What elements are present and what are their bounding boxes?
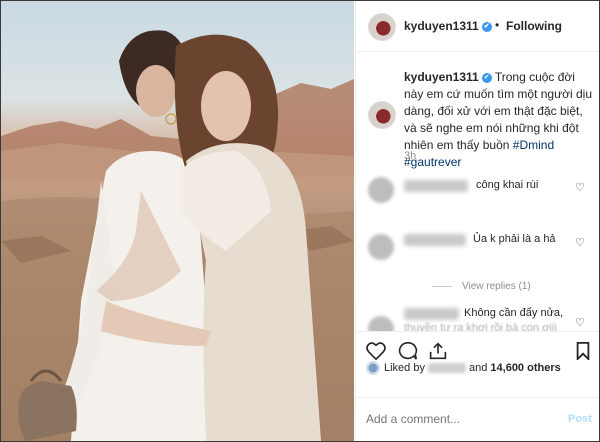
like-heart-icon[interactable]: [366, 342, 386, 360]
author-username-text[interactable]: kyduyen1311: [404, 19, 479, 33]
add-comment-input[interactable]: [366, 412, 546, 426]
comment-avatar[interactable]: [368, 234, 394, 260]
likes-prefix: Liked by: [384, 361, 425, 374]
comment-avatar[interactable]: [368, 177, 394, 203]
following-button[interactable]: Following: [506, 19, 562, 33]
caption-username[interactable]: kyduyen1311: [404, 70, 479, 84]
comment-text: Không cần đẩy nửa,: [464, 307, 564, 319]
author-avatar[interactable]: [368, 13, 396, 41]
post-photo[interactable]: [1, 1, 354, 441]
comment-like-heart-icon[interactable]: ♡: [575, 181, 585, 194]
post-details-panel: kyduyen1311 ✔ • Following kyduyen1311 ✔ Tr…: [355, 1, 599, 441]
comment-like-heart-icon[interactable]: ♡: [575, 236, 585, 249]
add-comment-bar: Post: [356, 397, 599, 441]
comment-username-blurred[interactable]: [404, 180, 468, 192]
view-replies-link[interactable]: View replies (1): [434, 281, 531, 292]
comment-like-heart-icon[interactable]: ♡: [575, 316, 585, 329]
author-username[interactable]: kyduyen1311 ✔: [404, 19, 492, 33]
photo-illustration: [1, 30, 354, 441]
comment-text: công khai rùi: [476, 179, 539, 191]
share-icon[interactable]: [428, 342, 448, 360]
likes-connector: and: [468, 361, 488, 374]
likes-count[interactable]: 14,600 others: [490, 362, 560, 374]
save-bookmark-icon[interactable]: [576, 342, 590, 360]
comment-username-blurred[interactable]: [404, 234, 466, 246]
caption-author-avatar[interactable]: [368, 101, 396, 129]
separator-dot: •: [495, 18, 500, 32]
comment-bubble-icon[interactable]: [398, 342, 418, 360]
liker-username-blurred[interactable]: [427, 363, 466, 373]
post-comment-button[interactable]: Post: [568, 413, 592, 425]
post-caption: kyduyen1311 ✔ Trong cuộc đời này em cứ mu…: [404, 69, 592, 171]
post-timestamp[interactable]: 3h: [404, 150, 416, 162]
comment-username-blurred[interactable]: [404, 308, 459, 320]
instagram-post-window: kyduyen1311 ✔ • Following kyduyen1311 ✔ Tr…: [0, 0, 600, 442]
post-header: kyduyen1311 ✔ • Following: [356, 1, 599, 52]
caption-verified-icon: ✔: [481, 72, 492, 83]
verified-icon: ✔: [481, 21, 492, 32]
likes-summary: Liked by and 14,600 others: [366, 361, 561, 375]
comment-text: Ủa k phải là a hả: [473, 233, 556, 245]
liker-avatar[interactable]: [366, 361, 380, 375]
